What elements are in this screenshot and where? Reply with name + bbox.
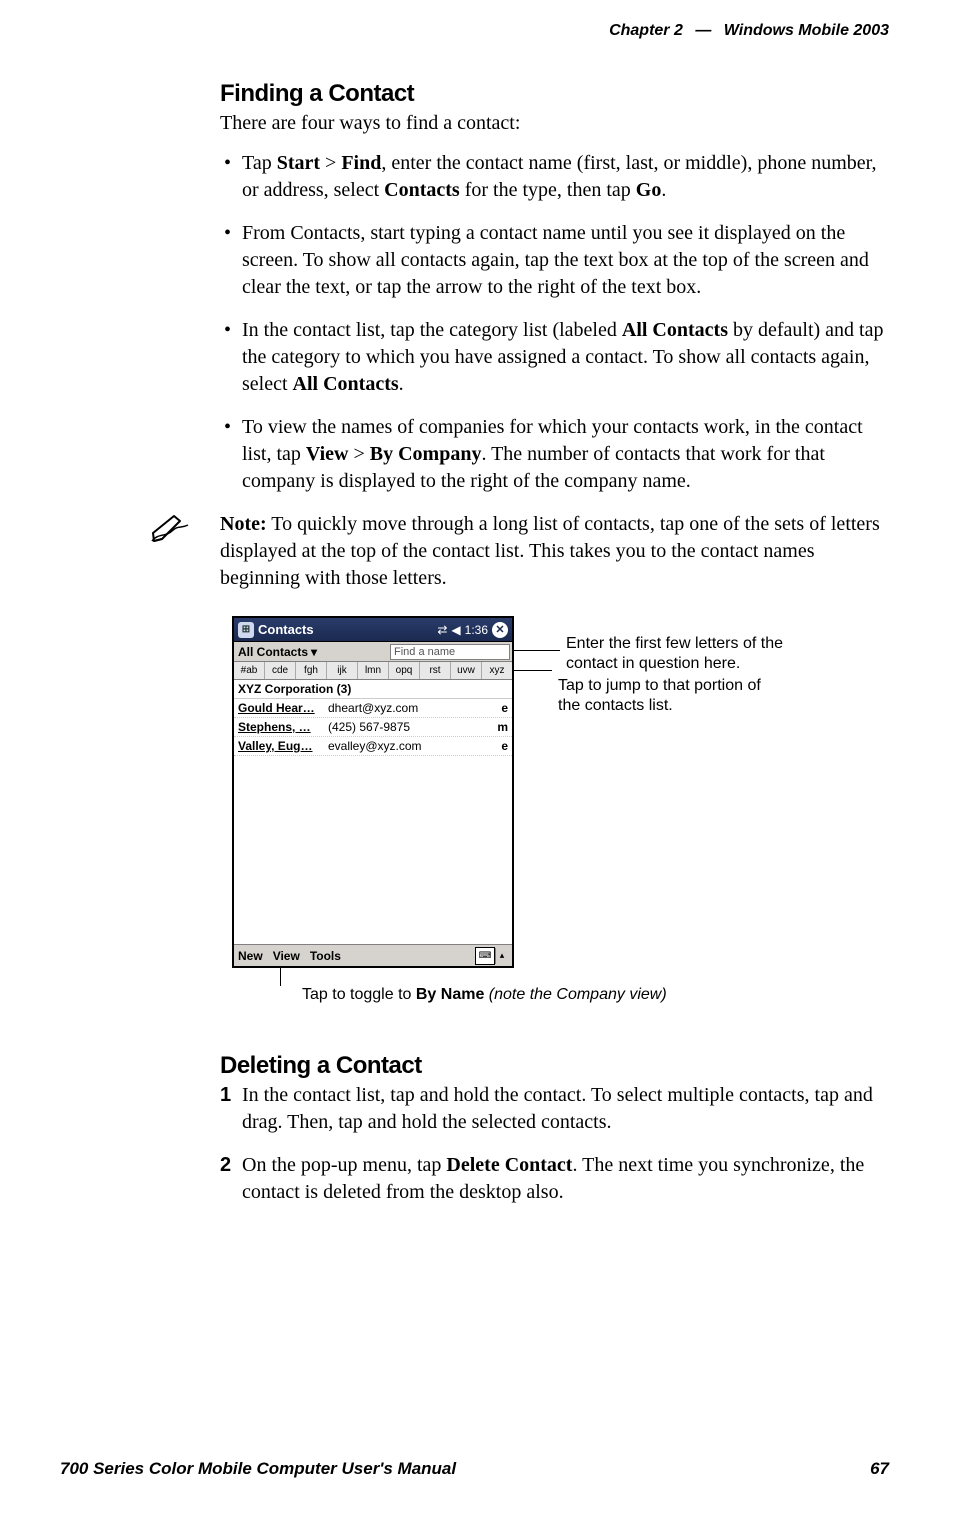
step-number: 2 [220, 1152, 231, 1179]
deleting-step-2: 2 On the pop-up menu, tap Delete Contact… [220, 1152, 890, 1206]
footer: 700 Series Color Mobile Computer User's … [60, 1459, 889, 1479]
start-icon[interactable]: ⊞ [238, 622, 254, 638]
contact-type: e [494, 739, 508, 753]
contact-value: (425) 567-9875 [328, 720, 494, 734]
category-label: All Contacts [238, 645, 308, 659]
connectivity-icon[interactable]: ⇄ [437, 623, 447, 637]
step-text: In the contact list, tap and hold the co… [242, 1084, 873, 1133]
doc-title: Windows Mobile 2003 [724, 22, 889, 39]
contact-name: Stephens, … [238, 720, 328, 734]
manual-title: 700 Series Color Mobile Computer User's … [60, 1459, 456, 1479]
alpha-tab[interactable]: uvw [451, 662, 482, 679]
callout-find: Enter the first few letters of the conta… [566, 634, 816, 674]
find-placeholder: Find a name [394, 646, 455, 658]
clock: 1:36 [465, 623, 488, 637]
note-text: Note: To quickly move through a long lis… [220, 513, 880, 589]
callout-view: Tap to toggle to By Name (note the Compa… [302, 986, 667, 1004]
contact-value: dheart@xyz.com [328, 701, 494, 715]
deleting-section: Deleting a Contact 1 In the contact list… [220, 1052, 890, 1206]
chapter-label: Chapter [609, 22, 669, 39]
speaker-icon[interactable]: ◀ [451, 623, 460, 637]
chevron-down-icon: ▾ [311, 645, 317, 659]
find-input[interactable]: Find a name [390, 644, 510, 660]
content-column: Finding a Contact There are four ways to… [220, 80, 890, 1222]
contact-name: Valley, Eug… [238, 739, 328, 753]
category-dropdown[interactable]: All Contacts ▾ [234, 645, 321, 659]
header-dash: — [695, 22, 711, 39]
page: Chapter 2 — Windows Mobile 2003 Finding … [0, 0, 969, 1519]
contact-row[interactable]: Stephens, … (425) 567-9875 m [234, 718, 512, 737]
app-title: Contacts [258, 622, 437, 637]
running-header: Chapter 2 — Windows Mobile 2003 [609, 22, 889, 40]
contact-type: e [494, 701, 508, 715]
alpha-tab[interactable]: lmn [358, 662, 389, 679]
chapter-number: 2 [674, 22, 683, 39]
contact-type: m [494, 720, 508, 734]
callout-alpha: Tap to jump to that portion of the conta… [558, 676, 778, 716]
page-number: 67 [870, 1459, 889, 1479]
close-icon[interactable]: ✕ [492, 622, 508, 638]
alpha-tab[interactable]: xyz [482, 662, 512, 679]
contact-name: Gould Hear… [238, 701, 328, 715]
alpha-tab[interactable]: rst [420, 662, 451, 679]
alpha-index: #ab cde fgh ijk lmn opq rst uvw xyz [234, 662, 512, 680]
titlebar: ⊞ Contacts ⇄ ◀ 1:36 ✕ [234, 618, 512, 642]
keyboard-icon[interactable]: ⌨ [475, 947, 495, 965]
menu-bar: New View Tools ⌨ ▴ [234, 944, 512, 966]
deleting-steps: 1 In the contact list, tap and hold the … [220, 1082, 890, 1206]
step-text: On the pop-up menu, tap Delete Contact. … [242, 1154, 864, 1203]
sip-up-icon[interactable]: ▴ [495, 948, 508, 964]
callout-line [514, 670, 552, 671]
alpha-tab[interactable]: cde [265, 662, 296, 679]
callout-line [280, 968, 281, 986]
finding-bullet-4: To view the names of companies for which… [220, 414, 890, 495]
contact-row[interactable]: Gould Hear… dheart@xyz.com e [234, 699, 512, 718]
note-icon [150, 511, 192, 553]
finding-bullet-3: In the contact list, tap the category li… [220, 317, 890, 398]
alpha-tab[interactable]: ijk [327, 662, 358, 679]
finding-bullet-2: From Contacts, start typing a contact na… [220, 220, 890, 301]
deleting-step-1: 1 In the contact list, tap and hold the … [220, 1082, 890, 1136]
deleting-title: Deleting a Contact [220, 1052, 890, 1080]
step-number: 1 [220, 1082, 231, 1109]
screenshot-area: ⊞ Contacts ⇄ ◀ 1:36 ✕ All Contacts ▾ Fin… [232, 616, 890, 996]
alpha-tab[interactable]: #ab [234, 662, 265, 679]
note-block: Note: To quickly move through a long lis… [220, 511, 890, 592]
finding-intro: There are four ways to find a contact: [220, 110, 890, 136]
menu-view[interactable]: View [273, 949, 300, 963]
menu-new[interactable]: New [238, 949, 263, 963]
menu-tools[interactable]: Tools [310, 949, 341, 963]
contact-value: evalley@xyz.com [328, 739, 494, 753]
finding-title: Finding a Contact [220, 80, 890, 108]
toolbar: All Contacts ▾ Find a name [234, 642, 512, 662]
alpha-tab[interactable]: opq [389, 662, 420, 679]
alpha-tab[interactable]: fgh [296, 662, 327, 679]
company-group-row[interactable]: XYZ Corporation (3) [234, 680, 512, 699]
finding-bullet-list: Tap Start > Find, enter the contact name… [220, 150, 890, 495]
finding-bullet-1: Tap Start > Find, enter the contact name… [220, 150, 890, 204]
contacts-screenshot: ⊞ Contacts ⇄ ◀ 1:36 ✕ All Contacts ▾ Fin… [232, 616, 514, 968]
contact-row[interactable]: Valley, Eug… evalley@xyz.com e [234, 737, 512, 756]
callout-line [514, 650, 560, 651]
